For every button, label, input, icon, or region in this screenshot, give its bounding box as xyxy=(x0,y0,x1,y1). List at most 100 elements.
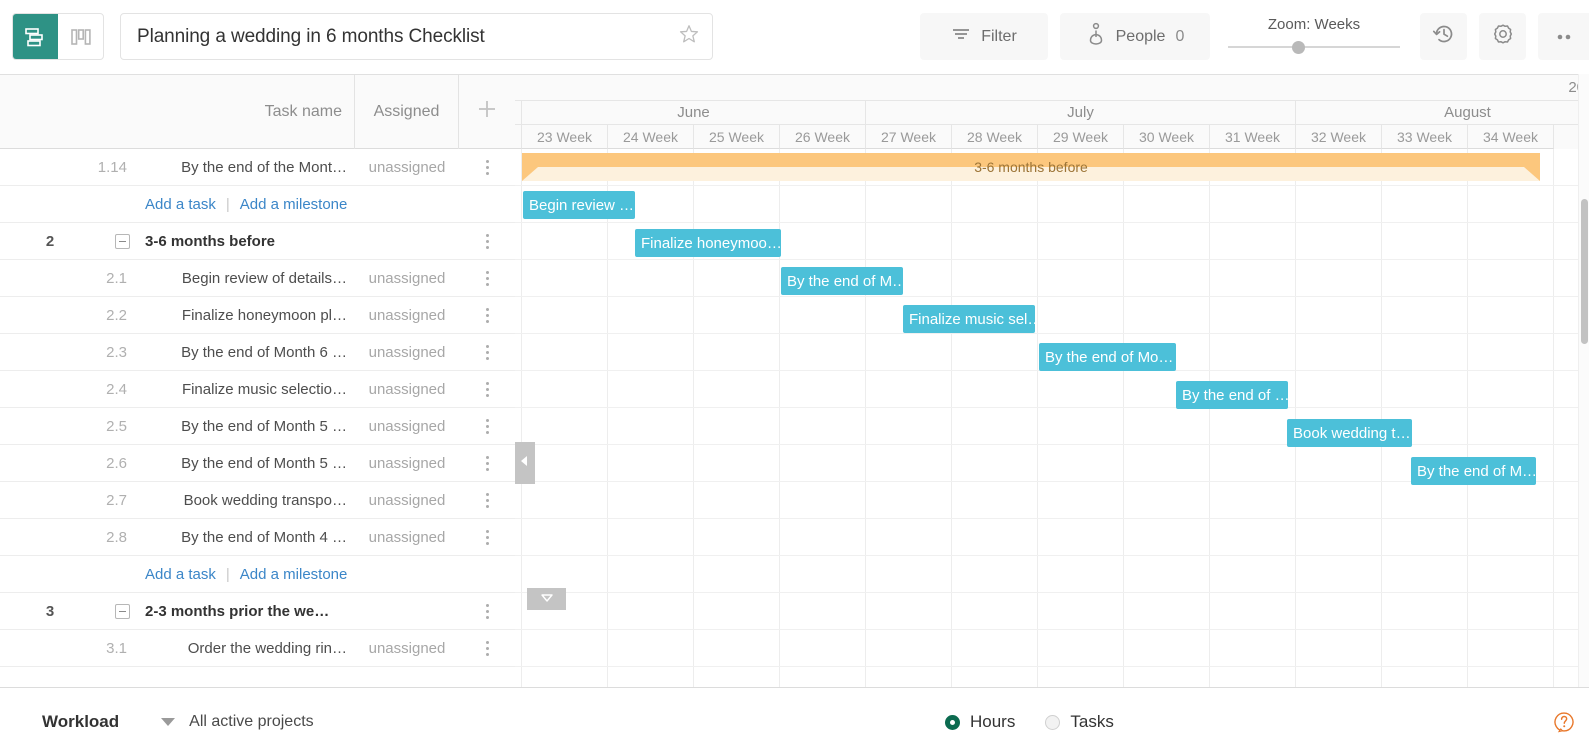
vertical-scrollbar-thumb[interactable] xyxy=(1581,199,1588,344)
column-header-task-name[interactable]: Task name xyxy=(145,75,355,149)
table-row[interactable]: 2 3-6 months before xyxy=(0,223,515,260)
collapse-toggle-icon[interactable] xyxy=(115,603,130,619)
board-view-icon xyxy=(70,27,92,47)
row-menu-button[interactable] xyxy=(459,455,515,471)
zoom-label: Zoom: Weeks xyxy=(1267,16,1361,33)
workload-scope-label[interactable]: All active projects xyxy=(189,713,314,731)
row-menu-button[interactable] xyxy=(459,307,515,323)
row-assigned[interactable]: unassigned xyxy=(355,529,459,546)
row-menu-button[interactable] xyxy=(459,381,515,397)
add-milestone-link[interactable]: Add a milestone xyxy=(240,566,348,583)
table-row[interactable]: 2.7 Book wedding transpo… unassigned xyxy=(0,482,515,519)
summary-bar[interactable]: 3-6 months before xyxy=(522,153,1540,181)
favorite-star-button[interactable] xyxy=(666,14,712,59)
radio-tasks[interactable]: Tasks xyxy=(1045,712,1114,732)
task-bar[interactable]: By the end of M… xyxy=(1411,457,1536,485)
caret-down-icon[interactable] xyxy=(161,718,176,726)
help-button[interactable] xyxy=(1553,711,1575,733)
radio-hours[interactable]: Hours xyxy=(945,712,1015,732)
task-bar[interactable]: Finalize honeymoo… xyxy=(635,229,781,257)
row-number: 3.1 xyxy=(106,639,127,657)
task-bar[interactable]: By the end of … xyxy=(1176,381,1288,409)
timeline-week-label: 26 Week xyxy=(780,125,866,149)
add-task-link[interactable]: Add a task xyxy=(145,566,216,583)
timeline-week-label: 32 Week xyxy=(1296,125,1382,149)
filter-label: Filter xyxy=(981,27,1017,45)
history-button[interactable] xyxy=(1420,13,1467,60)
row-number: 1.14 xyxy=(97,158,127,176)
timeline-month-label: July xyxy=(866,101,1296,125)
task-bar[interactable]: By the end of Mo… xyxy=(1039,343,1176,371)
task-bar[interactable]: Begin review … xyxy=(523,191,635,219)
row-number: 2.8 xyxy=(106,528,127,546)
table-row[interactable]: 1.14 By the end of the Mont… unassigned xyxy=(0,149,515,186)
row-menu-button[interactable] xyxy=(459,233,515,249)
table-row[interactable]: 2.8 By the end of Month 4 … unassigned xyxy=(0,519,515,556)
row-assigned[interactable]: unassigned xyxy=(355,418,459,435)
filter-button[interactable]: Filter xyxy=(920,13,1048,60)
people-button[interactable]: People 0 xyxy=(1060,13,1210,60)
table-row[interactable]: 2.4 Finalize music selectio… unassigned xyxy=(0,371,515,408)
row-menu-button[interactable] xyxy=(459,418,515,434)
row-task-name: 3-6 months before xyxy=(145,232,276,250)
timeline-week-label: 29 Week xyxy=(1038,125,1124,149)
link-separator: | xyxy=(225,565,230,583)
column-header-assigned[interactable]: Assigned xyxy=(355,75,459,149)
project-title[interactable]: Planning a wedding in 6 months Checklist xyxy=(121,26,666,48)
vertical-scrollbar[interactable] xyxy=(1578,74,1589,687)
row-assigned[interactable]: unassigned xyxy=(355,344,459,361)
timeline-expand-down-button[interactable] xyxy=(527,588,566,610)
table-row[interactable]: 2.6 By the end of Month 5 … unassigned xyxy=(0,445,515,482)
row-assigned[interactable]: unassigned xyxy=(355,159,459,176)
board-view-button[interactable] xyxy=(58,14,103,59)
people-count: 0 xyxy=(1175,27,1185,45)
row-menu-button[interactable] xyxy=(459,640,515,656)
row-assigned[interactable]: unassigned xyxy=(355,492,459,509)
add-task-link[interactable]: Add a task xyxy=(145,196,216,213)
add-column-button[interactable] xyxy=(459,75,515,149)
zoom-slider-thumb[interactable] xyxy=(1292,41,1305,54)
settings-button[interactable] xyxy=(1479,13,1526,60)
table-row[interactable]: 2.3 By the end of Month 6 … unassigned xyxy=(0,334,515,371)
table-row[interactable]: 2.2 Finalize honeymoon pl… unassigned xyxy=(0,297,515,334)
filter-icon xyxy=(951,26,971,47)
collapse-toggle-icon[interactable] xyxy=(115,233,130,249)
row-assigned[interactable]: unassigned xyxy=(355,270,459,287)
timeline-collapse-handle[interactable] xyxy=(515,442,535,484)
row-task-name: Finalize music selectio… xyxy=(181,380,347,398)
gantt-view-button[interactable] xyxy=(13,14,58,59)
timeline-row-line xyxy=(515,296,1589,297)
help-icon xyxy=(1553,712,1575,737)
project-title-box[interactable]: Planning a wedding in 6 months Checklist xyxy=(120,13,713,60)
row-assigned[interactable]: unassigned xyxy=(355,640,459,657)
row-number: 2.5 xyxy=(106,417,127,435)
row-collapse-cell xyxy=(100,233,145,249)
task-bar[interactable]: Book wedding t… xyxy=(1287,419,1412,447)
timeline-week-label: 27 Week xyxy=(866,125,952,149)
row-assigned[interactable]: unassigned xyxy=(355,455,459,472)
add-milestone-link[interactable]: Add a milestone xyxy=(240,196,348,213)
timeline-week-spacer xyxy=(515,125,522,149)
row-collapse-cell xyxy=(100,603,145,619)
table-row[interactable]: 2.1 Begin review of details… unassigned xyxy=(0,260,515,297)
row-assigned[interactable]: unassigned xyxy=(355,381,459,398)
more-options-button[interactable] xyxy=(1538,13,1589,60)
view-switcher xyxy=(12,13,104,60)
table-row[interactable]: 3.1 Order the wedding rin… unassigned xyxy=(0,630,515,667)
task-bar[interactable]: Finalize music sel… xyxy=(903,305,1035,333)
zoom-slider-track[interactable] xyxy=(1228,46,1400,48)
row-menu-button[interactable] xyxy=(459,344,515,360)
person-pin-icon xyxy=(1086,22,1106,51)
row-menu-button[interactable] xyxy=(459,603,515,619)
row-menu-button[interactable] xyxy=(459,159,515,175)
row-assigned[interactable]: unassigned xyxy=(355,307,459,324)
row-menu-button[interactable] xyxy=(459,492,515,508)
table-row[interactable]: 3 2-3 months prior the we… xyxy=(0,593,515,630)
row-menu-button[interactable] xyxy=(459,270,515,286)
summary-bar-top xyxy=(522,153,1540,167)
task-bar[interactable]: By the end of M… xyxy=(781,267,903,295)
row-menu-button[interactable] xyxy=(459,529,515,545)
table-row[interactable]: 2.5 By the end of Month 5 … unassigned xyxy=(0,408,515,445)
timeline-week-row: 23 Week 24 Week 25 Week 26 Week 27 Week 28 We… xyxy=(515,125,1589,149)
row-task-name: Order the wedding rin… xyxy=(187,639,347,657)
